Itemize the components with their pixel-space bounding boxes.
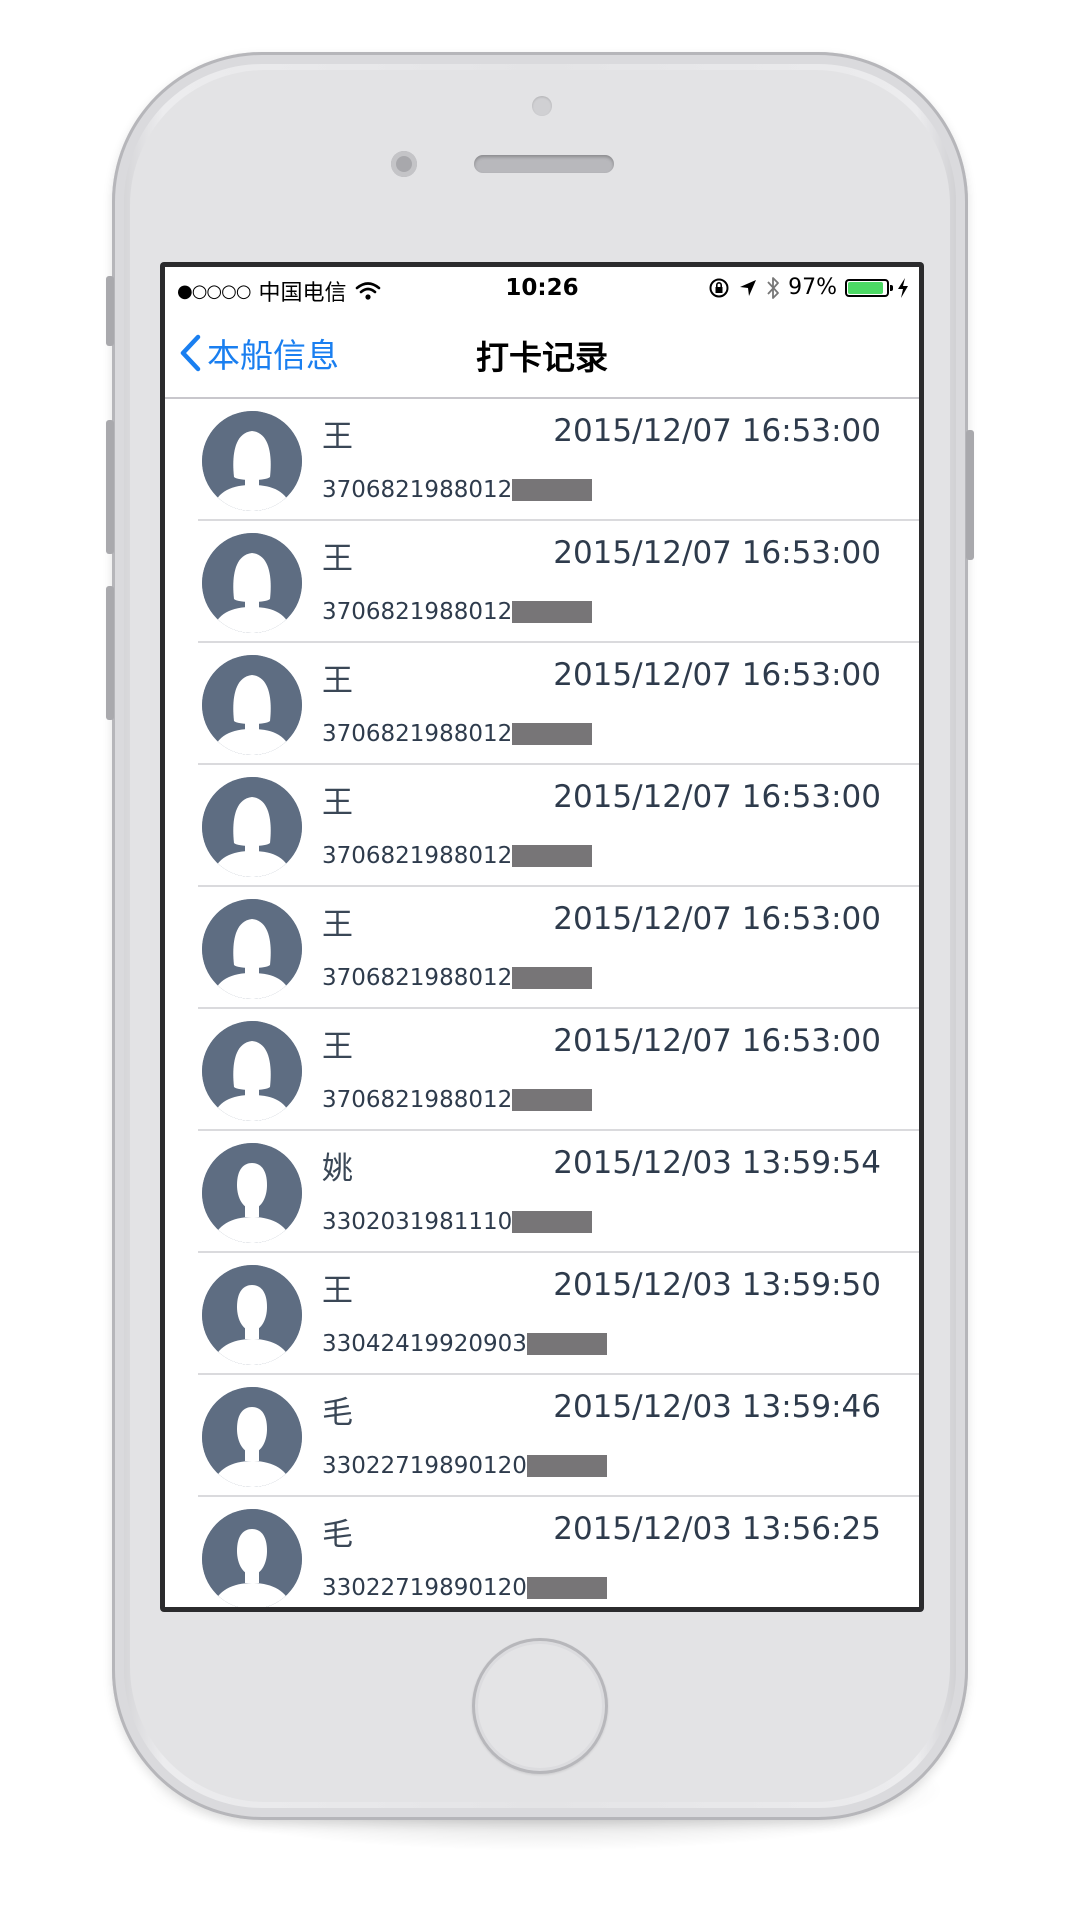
status-bar: ●○○○○ 中国电信 10:26 97% [165,267,919,311]
bluetooth-icon [767,276,779,299]
record-name: 王 [322,541,353,577]
record-id-prefix: 33022719890120 [322,1575,527,1601]
record-id: 3706821988012 [322,599,593,625]
record-id: 33042419920903 [322,1331,607,1357]
battery-percentage: 97% [788,275,837,300]
redaction-block [512,967,593,989]
home-button[interactable] [472,1638,608,1774]
record-id: 3706821988012 [322,965,593,991]
app-display: ●○○○○ 中国电信 10:26 97% 本船信息 打卡记录 王 2015/12… [165,267,919,1607]
battery-level-fill [848,281,883,294]
record-id-prefix: 3706821988012 [322,965,513,991]
record-id-prefix: 33042419920903 [322,1331,527,1357]
battery-tip [890,284,893,291]
record-id-prefix: 3706821988012 [322,477,513,503]
record-time: 2015/12/03 13:59:46 [553,1389,881,1425]
record-id: 3706821988012 [322,843,593,869]
record-row[interactable]: 毛 2015/12/03 13:56:25 33022719890120 [198,1497,919,1607]
record-row[interactable]: 王 2015/12/07 16:53:00 3706821988012 [198,399,919,521]
record-name: 姚 [322,1151,353,1187]
earpiece-speaker [474,155,614,173]
volume-up-button [106,420,114,554]
page-title: 打卡记录 [476,338,608,377]
record-id: 33022719890120 [322,1575,607,1601]
record-name: 王 [322,1029,353,1065]
record-name: 王 [322,419,353,455]
redaction-block [512,845,593,867]
record-time: 2015/12/07 16:53:00 [553,1023,881,1059]
record-row[interactable]: 王 2015/12/03 13:59:50 33042419920903 [198,1253,919,1375]
redaction-block [512,723,593,745]
record-time: 2015/12/07 16:53:00 [553,413,881,449]
proximity-sensor [532,96,552,116]
charging-bolt-icon [898,277,908,298]
female-avatar-icon [202,655,302,755]
battery-icon [845,278,893,297]
record-name: 王 [322,785,353,821]
redaction-block [526,1333,607,1355]
record-id-prefix: 3302031981110 [322,1209,513,1235]
record-id: 3706821988012 [322,477,593,503]
female-avatar-icon [202,899,302,999]
male-avatar-icon [202,1265,302,1365]
status-right: 97% [708,275,909,300]
record-row[interactable]: 毛 2015/12/03 13:59:46 33022719890120 [198,1375,919,1497]
redaction-block [526,1577,607,1599]
record-row[interactable]: 姚 2015/12/03 13:59:54 3302031981110 [198,1131,919,1253]
power-button [966,430,974,560]
front-camera [391,151,417,177]
record-name: 王 [322,663,353,699]
location-arrow-icon [740,279,757,296]
male-avatar-icon [202,1387,302,1487]
record-id-prefix: 33022719890120 [322,1453,527,1479]
record-name: 王 [322,1273,353,1309]
record-name: 毛 [322,1395,353,1431]
record-id: 3706821988012 [322,1087,593,1113]
male-avatar-icon [202,1143,302,1243]
redaction-block [512,479,593,501]
record-time: 2015/12/07 16:53:00 [553,535,881,571]
record-list[interactable]: 王 2015/12/07 16:53:00 3706821988012 王 2015/1… [165,399,919,1607]
male-avatar-icon [202,1509,302,1607]
record-id: 33022719890120 [322,1453,607,1479]
female-avatar-icon [202,777,302,877]
record-row[interactable]: 王 2015/12/07 16:53:00 3706821988012 [198,521,919,643]
record-id-prefix: 3706821988012 [322,599,513,625]
record-time: 2015/12/07 16:53:00 [553,901,881,937]
record-row[interactable]: 王 2015/12/07 16:53:00 3706821988012 [198,765,919,887]
record-time: 2015/12/03 13:59:50 [553,1267,881,1303]
redaction-block [526,1455,607,1477]
redaction-block [512,1089,593,1111]
redaction-block [512,1211,593,1233]
redaction-block [512,601,593,623]
female-avatar-icon [202,411,302,511]
female-avatar-icon [202,533,302,633]
volume-down-button [106,586,114,720]
record-name: 王 [322,907,353,943]
record-row[interactable]: 王 2015/12/07 16:53:00 3706821988012 [198,643,919,765]
record-id: 3706821988012 [322,721,593,747]
record-row[interactable]: 王 2015/12/07 16:53:00 3706821988012 [198,887,919,1009]
record-time: 2015/12/03 13:56:25 [553,1511,881,1547]
record-id-prefix: 3706821988012 [322,843,513,869]
mute-switch [106,276,114,346]
rotation-lock-icon [709,278,729,297]
record-row[interactable]: 王 2015/12/07 16:53:00 3706821988012 [198,1009,919,1131]
record-id: 3302031981110 [322,1209,593,1235]
record-time: 2015/12/03 13:59:54 [553,1145,881,1181]
record-time: 2015/12/07 16:53:00 [553,657,881,693]
record-id-prefix: 3706821988012 [322,1087,513,1113]
record-id-prefix: 3706821988012 [322,721,513,747]
navigation-bar: 本船信息 打卡记录 [165,311,919,399]
female-avatar-icon [202,1021,302,1121]
record-name: 毛 [322,1517,353,1553]
record-time: 2015/12/07 16:53:00 [553,779,881,815]
